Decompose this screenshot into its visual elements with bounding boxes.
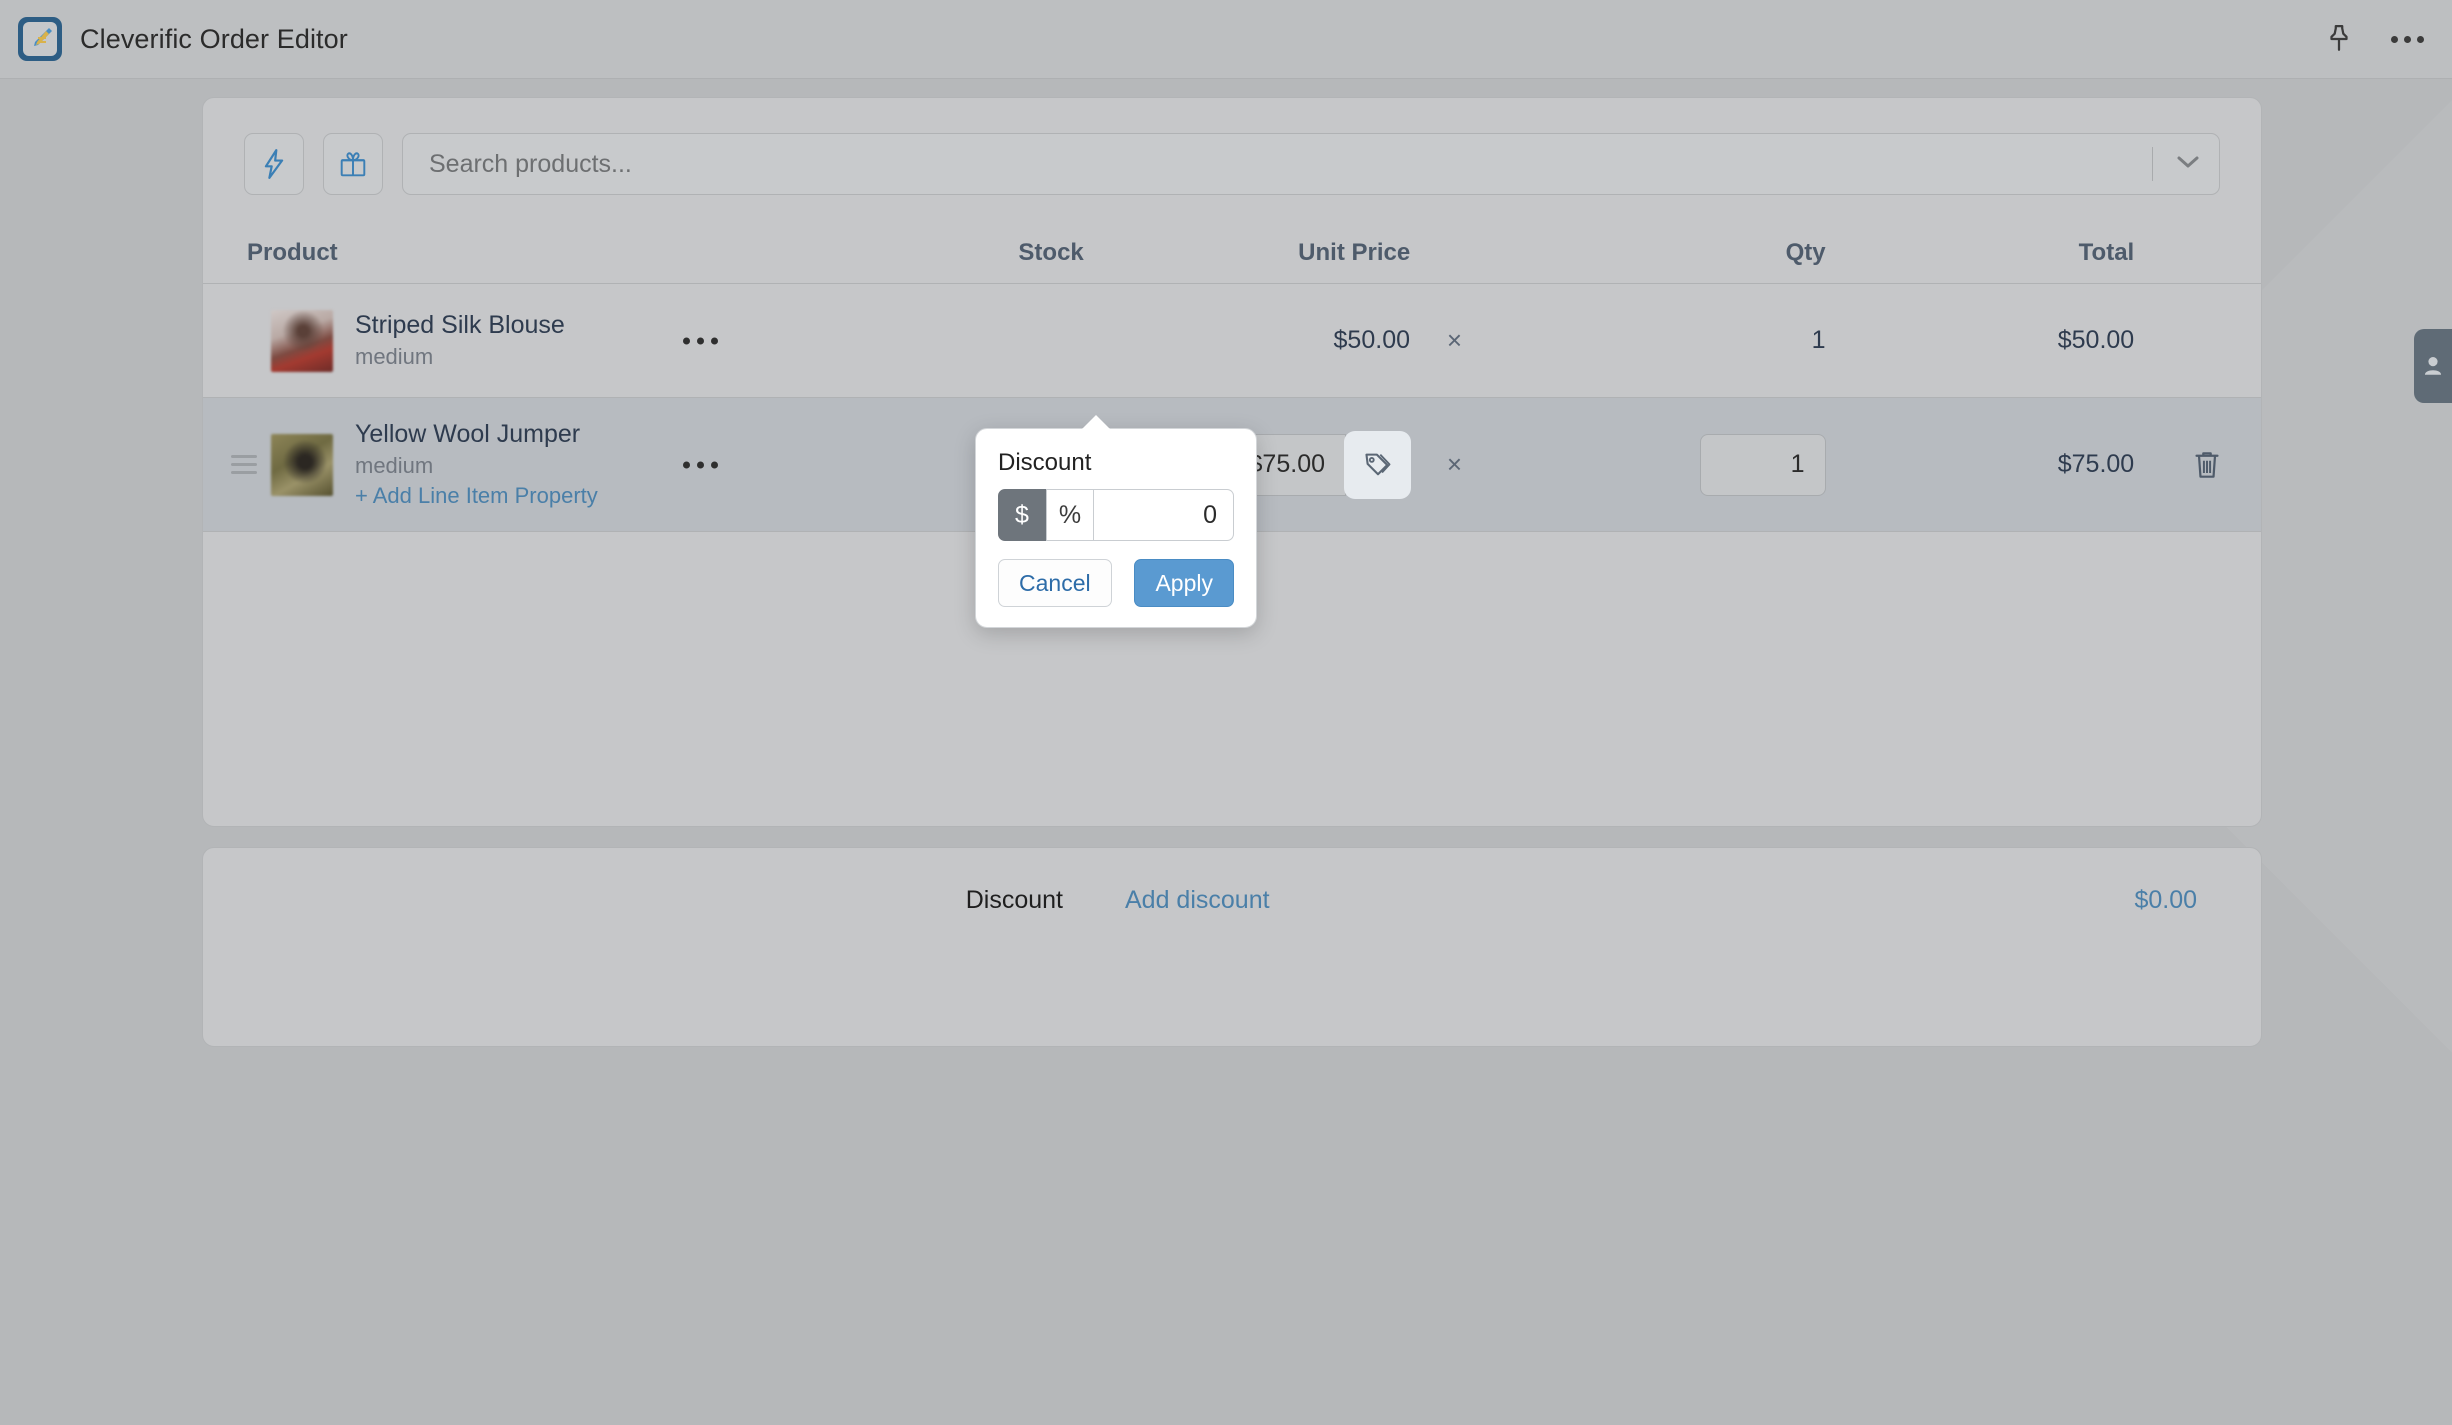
chevron-down-icon[interactable] [2175,154,2201,175]
app-header: Cleverific Order Editor [0,0,2452,79]
order-summary-card: Discount Add discount $0.00 [202,847,2262,1047]
pin-icon[interactable] [2322,22,2356,56]
order-editor-logo-icon [18,17,62,61]
product-thumbnail [271,309,333,372]
delete-line-item-button[interactable] [2152,449,2261,481]
person-icon [2424,357,2442,375]
add-line-item-property-link[interactable]: + Add Line Item Property [355,483,598,509]
multiply-symbol: × [1410,325,1499,356]
qty-cell[interactable]: 1 [1499,326,1826,355]
row-menu-icon[interactable] [683,461,718,468]
product-info: Striped Silk Blouse medium [355,311,565,370]
multiply-symbol: × [1410,449,1499,480]
chevron-down-glyph [2177,156,2199,167]
cancel-button[interactable]: Cancel [998,559,1112,607]
products-toolbar: Search products... [244,128,2220,200]
search-input[interactable]: Search products... [402,133,2220,195]
column-header-qty: Qty [1785,238,1826,266]
table-row[interactable]: Striped Silk Blouse medium $50.00 × 1 $5… [203,284,2261,398]
trash-icon [2195,451,2219,478]
product-variant: medium [355,344,434,369]
gift-glyph [340,152,366,177]
multiply-glyph: × [1446,325,1463,355]
lightning-bolt-icon[interactable] [244,133,304,195]
discount-popover: Discount $ % 0 Cancel Apply [975,428,1257,628]
product-name: Striped Silk Blouse [355,311,565,339]
search-divider [2152,147,2153,181]
qty-input[interactable]: 1 [1699,433,1826,496]
discount-type-percent-button[interactable]: % [1046,489,1094,541]
product-name: Yellow Wool Jumper [355,420,581,448]
qty-cell: 1 [1499,433,1826,496]
more-horizontal-icon[interactable] [2390,22,2424,56]
column-header-stock: Stock [1018,238,1084,266]
lightning-glyph [264,149,284,179]
price-tag-icon[interactable] [1345,431,1410,498]
table-header: Product Stock Unit Price Qty Total [203,222,2261,284]
product-info: Yellow Wool Jumper medium + Add Line Ite… [355,420,598,509]
pin-glyph [2330,25,2348,51]
gift-icon[interactable] [323,133,383,195]
row-menu-icon[interactable] [683,337,718,344]
unit-price-cell[interactable]: $50.00 [1084,326,1410,355]
more-dots-glyph [2390,35,2424,43]
discount-value: $0.00 [2134,885,2197,914]
discount-input-group: $ % 0 [998,489,1234,541]
drag-handle-icon[interactable] [221,455,267,474]
page-title: Cleverific Order Editor [80,23,348,54]
product-variant: medium [355,453,434,478]
total-value: $75.00 [2057,450,2135,478]
customer-panel-tab[interactable] [2414,329,2452,403]
total-cell: $50.00 [1826,326,2153,355]
total-cell: $75.00 [1826,450,2153,479]
discount-popover-actions: Cancel Apply [998,559,1234,607]
total-value: $50.00 [2057,326,2135,354]
unit-price-value: $50.00 [1333,326,1410,354]
price-tag-glyph [1364,453,1390,475]
logo-pencil-glyph [34,28,52,46]
discount-popover-title: Discount [998,449,1092,476]
product-cell: Striped Silk Blouse medium [203,309,757,372]
product-thumbnail [271,433,333,496]
qty-value: 1 [1811,326,1826,354]
search-field-controls [2152,147,2201,181]
discount-type-currency-button[interactable]: $ [998,489,1046,541]
column-header-total: Total [2078,238,2135,266]
search-placeholder: Search products... [429,149,632,178]
main-content: Search products... Product Stock Unit Pr… [0,79,2452,1047]
discount-label: Discount [965,885,1063,914]
product-cell: Yellow Wool Jumper medium + Add Line Ite… [203,420,757,509]
add-discount-link[interactable]: Add discount [1063,886,1383,915]
column-header-product: Product [247,238,338,266]
multiply-glyph: × [1446,449,1463,479]
app-header-actions [2322,22,2424,56]
column-header-unit-price: Unit Price [1298,238,1411,266]
apply-button[interactable]: Apply [1134,559,1234,607]
discount-summary-row: Discount Add discount $0.00 [203,874,2261,926]
discount-value-input[interactable]: 0 [1094,489,1234,541]
